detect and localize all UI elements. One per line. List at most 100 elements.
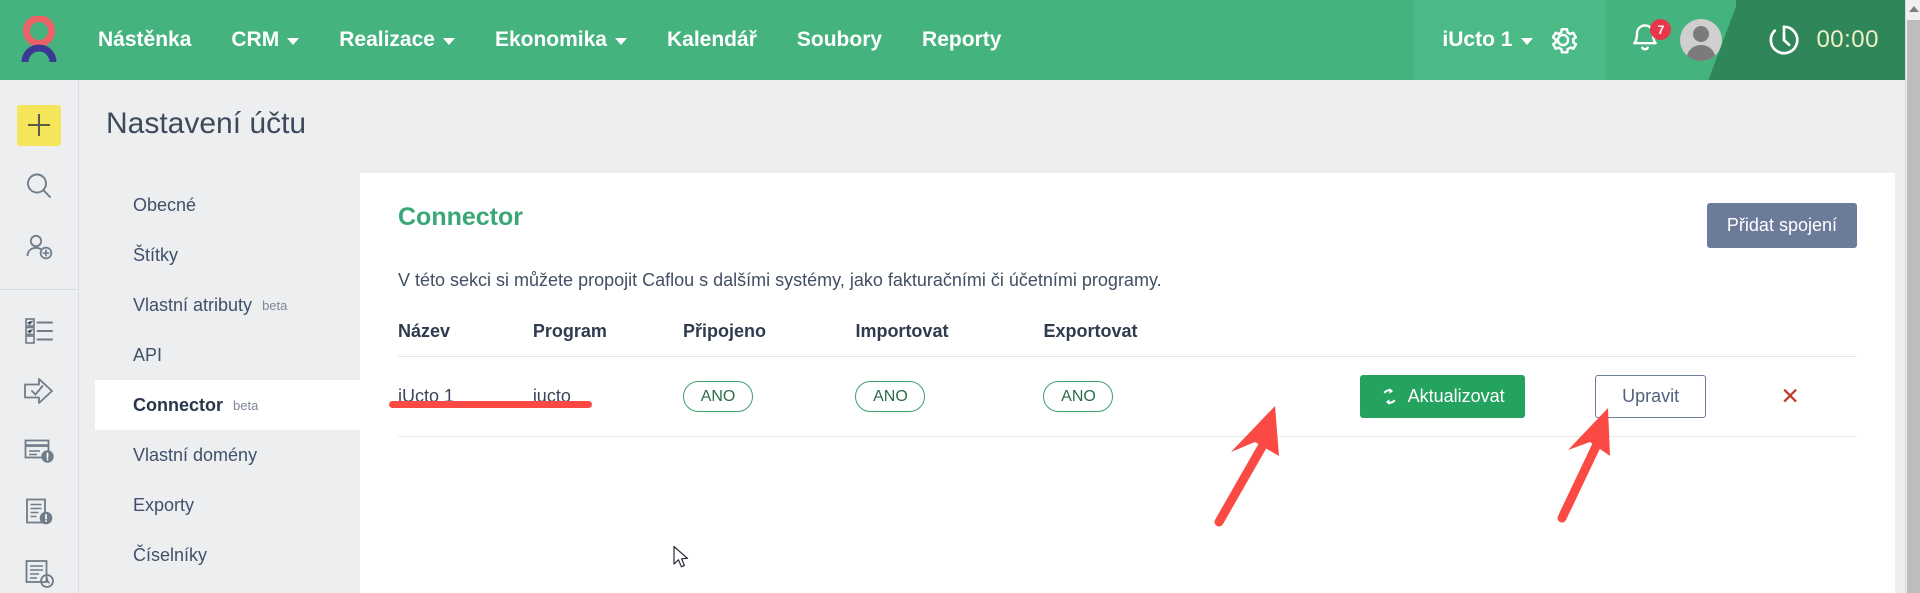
mouse-cursor [673,545,689,568]
cell-edit: Upravit [1595,356,1781,437]
arrow-check-icon [24,377,53,404]
settings-nav-label: Vlastní domény [133,444,258,465]
settings-nav-item-exporty[interactable]: Exporty [95,480,376,530]
delete-button[interactable]: ✕ [1781,384,1800,408]
checklist-icon [25,318,53,344]
main-menu: Nástěnka CRM Realizace Ekonomika Kalendá… [78,0,1021,80]
annotation-underline [389,401,592,408]
list-clock-icon [25,559,54,588]
page-scrollbar[interactable] [1905,0,1920,593]
nav-item-kalendar[interactable]: Kalendář [647,0,777,80]
nav-label: CRM [231,28,280,51]
status-badge-connected: ANO [683,381,754,412]
cell-update: Aktualizovat [1359,356,1596,437]
beta-badge: beta [262,297,288,313]
caflou-logo[interactable] [0,0,78,80]
connector-description: V této sekci si můžete propojit Caflou s… [398,270,1162,290]
sidebar-item-timesheets[interactable] [17,552,61,593]
chevron-down-icon [615,38,627,45]
chevron-down-icon [1521,38,1534,45]
column-header-delete [1780,321,1857,357]
status-badge-import: ANO [855,381,926,412]
nav-item-crm[interactable]: CRM [211,0,319,80]
settings-nav-label: Connector [133,394,223,415]
nav-item-realizace[interactable]: Realizace [319,0,475,80]
page-title: Nastavení účtu [106,107,307,140]
column-header-import: Importovat [855,321,1044,357]
settings-nav-item-api[interactable]: API [95,330,376,380]
timer-value: 00:00 [1816,26,1879,53]
nav-label: Reporty [922,28,1002,51]
top-navigation-bar: Nástěnka CRM Realizace Ekonomika Kalendá… [0,0,1905,80]
top-bar-right: iUcto 1 7 00:00 [1414,0,1905,80]
sidebar-item-add-user[interactable] [17,226,61,267]
plus-icon [28,114,50,137]
add-user-icon [26,234,53,259]
sidebar-item-checklist[interactable] [17,310,61,351]
table-head: Název Program Připojeno Importovat Expor… [398,321,1857,357]
account-switcher[interactable]: iUcto 1 [1414,0,1607,80]
settings-nav-label: Vlastní atributy [133,294,253,315]
scrollbar-thumb[interactable] [1907,20,1920,593]
cell-import: ANO [855,356,1044,437]
panel-title: Connector [398,203,523,231]
cell-program: iucto [532,356,684,437]
chevron-down-icon [442,38,455,45]
nav-label: Ekonomika [494,28,607,51]
sidebar-item-workflow[interactable] [17,370,61,411]
timer-widget[interactable]: 00:00 [1736,0,1905,80]
avatar[interactable] [1680,19,1723,61]
quick-action-sidebar [0,80,79,593]
settings-nav-item-ciselniky[interactable]: Číselníky [95,530,376,580]
nav-item-reporty[interactable]: Reporty [902,0,1021,80]
status-badge-export: ANO [1043,381,1114,412]
notifications-button[interactable]: 7 [1628,19,1672,58]
sidebar-item-documents[interactable] [17,492,61,533]
edit-button[interactable]: Upravit [1595,375,1707,418]
settings-nav-item-vlastni-domeny[interactable]: Vlastní domény [95,430,376,480]
column-header-export: Exportovat [1043,321,1360,357]
cell-export: ANO [1043,356,1360,437]
update-button-label: Aktualizovat [1407,386,1505,406]
sidebar-item-payments[interactable] [17,431,61,472]
refresh-icon [1383,388,1396,405]
nav-label: Nástěnka [98,28,192,51]
beta-badge: beta [233,397,259,413]
settings-nav-label: Exporty [133,494,195,515]
document-alert-icon [26,498,53,525]
column-header-program: Program [532,321,684,357]
add-connection-button[interactable]: Přidat spojení [1706,203,1857,248]
cell-name: iUcto 1 [398,356,533,437]
settings-nav-label: Štítky [133,244,179,265]
table-body: iUcto 1 iucto ANO ANO ANO Aktualizovat U… [398,356,1857,437]
gear-icon[interactable] [1546,23,1580,57]
nav-item-ekonomika[interactable]: Ekonomika [475,0,647,80]
scroll-up-button[interactable] [1906,0,1920,17]
chevron-down-icon [287,38,300,45]
settings-nav-item-connector[interactable]: Connector beta [95,380,376,430]
nav-label: Kalendář [667,28,757,51]
card-alert-icon [24,440,54,464]
settings-nav-label: API [133,344,163,365]
sidebar-item-plus[interactable] [17,105,61,146]
account-label: iUcto 1 [1442,28,1513,51]
sidebar-item-search[interactable] [17,166,61,207]
settings-nav-item-obecne[interactable]: Obecné [95,180,376,230]
page-area: Nastavení účtu Obecné Štítky Vlastní atr… [79,80,1905,593]
nav-item-nastenka[interactable]: Nástěnka [78,0,211,80]
settings-nav-item-vlastni-atributy[interactable]: Vlastní atributy beta [95,280,376,330]
triangle-up-icon [1908,5,1919,12]
notification-badge: 7 [1650,19,1672,40]
avatar-body [1686,45,1716,61]
table-row[interactable]: iUcto 1 iucto ANO ANO ANO Aktualizovat U… [398,356,1857,437]
nav-label: Soubory [796,28,883,51]
avatar-head [1693,26,1710,42]
cell-delete: ✕ [1780,356,1857,437]
nav-label: Realizace [339,28,435,51]
settings-nav-item-stitky[interactable]: Štítky [95,230,376,280]
connector-panel: Connector Přidat spojení V této sekci si… [360,173,1895,593]
app-root: Nástěnka CRM Realizace Ekonomika Kalendá… [0,0,1920,593]
connector-header: Connector Přidat spojení [360,173,1895,248]
update-button[interactable]: Aktualizovat [1359,375,1525,418]
nav-item-soubory[interactable]: Soubory [777,0,902,80]
